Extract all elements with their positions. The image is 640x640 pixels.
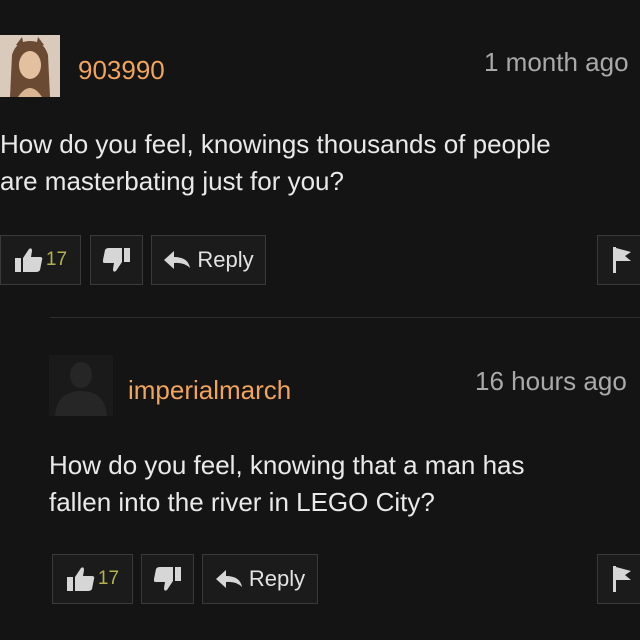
like-button[interactable]: 17 [52,554,133,604]
thumbs-up-icon [66,566,96,592]
comment-text-line-2: fallen into the river in LEGO City? [49,487,435,517]
reply-arrow-icon [215,569,243,589]
flag-icon [611,565,633,593]
comment-timestamp: 16 hours ago [475,366,627,396]
reply-button[interactable]: Reply [202,554,318,604]
default-avatar-icon [49,355,113,416]
like-count: 17 [97,568,120,589]
dislike-button[interactable] [141,554,194,604]
comment-text-line-1: How do you feel, knowing that a man has [49,450,525,480]
comment-2: imperialmarch 16 hours ago How do you fe… [0,0,640,640]
comment-username[interactable]: imperialmarch [128,375,291,406]
thumbs-down-icon [153,566,182,592]
avatar[interactable] [49,355,113,416]
flag-button[interactable] [597,554,640,604]
reply-label: Reply [248,566,306,591]
comments-page: 903990 1 month ago How do you feel, know… [0,0,640,640]
